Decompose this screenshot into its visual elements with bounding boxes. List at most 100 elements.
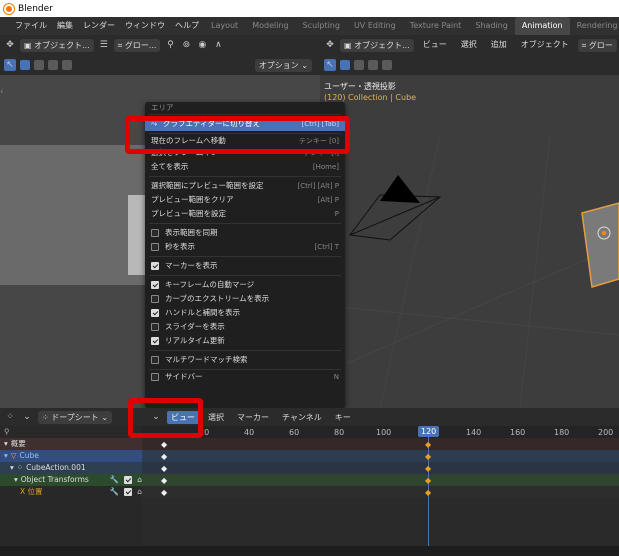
right-menu-select[interactable]: 選択 [456,36,482,54]
keyframe-120[interactable]: ◆ [425,440,431,449]
keyframe-120[interactable]: ◆ [425,452,431,461]
checkbox-show-seconds[interactable] [151,243,159,251]
blender-logo-icon [4,3,14,14]
tab-layout[interactable]: Layout [204,17,245,35]
right-menu-view[interactable]: ビュー [418,36,452,54]
editor-type-icon[interactable]: ✥ [4,39,16,51]
checkbox-show-sliders[interactable] [151,323,159,331]
tab-shading[interactable]: Shading [468,17,515,35]
menu-sync-visible-range[interactable]: 表示範囲を同期 [145,226,345,240]
menu-set-preview-range[interactable]: プレビュー範囲を設定 P [145,207,345,221]
menu-file[interactable]: ファイル [10,17,52,35]
menu-render[interactable]: レンダー [78,17,120,35]
hamburger-icon[interactable]: ☰ [98,39,110,51]
menu-area-item[interactable]: エリア [145,104,345,112]
ds-menu-channel[interactable]: チャンネル [278,411,326,424]
right-menu-object[interactable]: オブジェクト [516,36,574,54]
ds-menu-marker[interactable]: マーカー [233,411,273,424]
frame-ruler[interactable]: 20 40 60 80 100 120 140 160 180 200 [142,426,619,438]
tab-uv-editing[interactable]: UV Editing [347,17,403,35]
right-3d-viewport[interactable]: ユーザー・透視投影 (120) Collection | Cube [320,75,619,408]
channel-cube[interactable]: ▾ ▽ Cube [0,450,142,462]
checkbox-multiword[interactable] [151,356,159,364]
link-icon[interactable]: ⚲ [164,39,176,51]
top-menubar: ファイル 編集 レンダー ウィンドウ ヘルプ Layout Modeling S… [0,17,619,35]
wrench-icon[interactable]: 🔧 [110,486,119,498]
checkbox-sync-range[interactable] [151,229,159,237]
left-transform-dropdown[interactable]: ⌗ グロー... [113,38,161,52]
left-mode-dropdown[interactable]: ▣ オブジェクト... [20,38,94,52]
channel-search-row[interactable]: ⚲ [0,426,142,438]
select-mode-new-icon[interactable] [20,60,30,70]
dopesheet-header: ⁘ ⌄ ⁘ ドープシート ⌄ ⌄ ビュー 選択 マーカー チャンネル キー [0,408,619,426]
dopesheet-timeline[interactable]: 20 40 60 80 100 120 140 160 180 200 ◆ ◆ … [142,426,619,546]
right-transform-dropdown[interactable]: ⌗ グロー [577,38,617,52]
keyframe-120[interactable]: ◆ [425,476,431,485]
right-menu-add[interactable]: 追加 [486,36,512,54]
right-editor-type-icon[interactable]: ✥ [324,39,336,51]
keyframe-120[interactable]: ◆ [425,464,431,473]
channel-action[interactable]: ▾ ⁘ CubeAction.001 [0,462,142,474]
keyframe-start[interactable]: ◆ [161,440,167,449]
wrench-icon[interactable]: 🔧 [110,474,119,486]
keyframe-start[interactable]: ◆ [161,476,167,485]
keyframe-start[interactable]: ◆ [161,464,167,473]
dopesheet-editor-type-icon[interactable]: ⁘ [4,411,16,423]
tab-modeling[interactable]: Modeling [245,17,295,35]
ds-menu-select[interactable]: 選択 [204,411,228,424]
menu-set-preview-from-selected[interactable]: 選択範囲にプレビュー範囲を設定 [Ctrl] [Alt] P [145,179,345,193]
menu-show-markers[interactable]: マーカーを表示 [145,259,345,273]
channel-fcurve-checkbox[interactable] [124,488,133,496]
select-mode-extend-icon[interactable] [34,60,44,70]
menu-show-sliders[interactable]: スライダーを表示 [145,320,345,334]
menu-sidebar[interactable]: サイドバー N [145,372,345,382]
channel-x-location[interactable]: X 位置 🔧 ⌂ [0,486,142,498]
right-select-tool-icon[interactable]: ↖ [324,59,336,71]
right-select-mode-extend-icon[interactable] [354,60,364,70]
tab-rendering[interactable]: Rendering [570,17,619,35]
tab-animation[interactable]: Animation [514,17,570,35]
menu-clear-preview-range[interactable]: プレビュー範囲をクリア [Alt] P [145,193,345,207]
falloff-icon[interactable]: ∧ [212,39,224,51]
tab-sculpting[interactable]: Sculpting [296,17,347,35]
menu-help[interactable]: ヘルプ [170,17,204,35]
search-icon: ⚲ [4,427,10,436]
checkbox-sidebar[interactable] [151,373,159,381]
checkbox-realtime-update[interactable] [151,337,159,345]
menu-window[interactable]: ウィンドウ [120,17,170,35]
keyframe-start[interactable]: ◆ [161,452,167,461]
menu-show-seconds[interactable]: 秒を表示 [Ctrl] T [145,240,345,254]
tab-texture-paint[interactable]: Texture Paint [403,17,469,35]
menu-edit[interactable]: 編集 [52,17,78,35]
right-mode-dropdown[interactable]: ▣ オブジェクト... [340,38,414,52]
channel-summary[interactable]: ▾ 概要 [0,438,142,450]
menu-frame-all[interactable]: 全てを表示 [Home] [145,160,345,174]
dopesheet-mode-dropdown[interactable]: ⁘ ドープシート ⌄ [38,410,113,424]
menu-auto-merge-keyframes[interactable]: キーフレームの自動マージ [145,278,345,292]
proportional-icon[interactable]: ◉ [196,39,208,51]
checkbox-show-extremes[interactable] [151,295,159,303]
menu-show-handles[interactable]: ハンドルと補間を表示 [145,306,345,320]
menu-realtime-update[interactable]: リアルタイム更新 [145,334,345,348]
keyframe-120[interactable]: ◆ [425,488,431,497]
menu-show-extremes[interactable]: カーブのエクストリームを表示 [145,292,345,306]
ds-menu-key[interactable]: キー [331,411,355,424]
channel-group-checkbox[interactable] [124,476,133,484]
options-dropdown[interactable]: オプション ⌄ [254,58,312,72]
select-mode-subtract-icon[interactable] [48,60,58,70]
snap-icon[interactable]: ⊚ [180,39,192,51]
dropdown-arrow-icon[interactable]: ⌄ [21,411,33,423]
keyframe-start[interactable]: ◆ [161,488,167,497]
channel-object-transforms[interactable]: ▾ Object Transforms 🔧 ⌂ [0,474,142,486]
select-mode-intersect-icon[interactable] [62,60,72,70]
window-titlebar: Blender [0,0,619,17]
select-tool-icon[interactable]: ↖ [4,59,16,71]
checkbox-show-handles[interactable] [151,309,159,317]
right-select-mode-new-icon[interactable] [340,60,350,70]
left-arrow-icon[interactable]: ‹ [0,87,4,97]
right-select-mode-subtract-icon[interactable] [368,60,378,70]
checkbox-auto-merge[interactable] [151,281,159,289]
menu-multiword-search[interactable]: マルチワードマッチ検索 [145,353,345,367]
right-select-mode-intersect-icon[interactable] [382,60,392,70]
checkbox-show-markers[interactable] [151,262,159,270]
